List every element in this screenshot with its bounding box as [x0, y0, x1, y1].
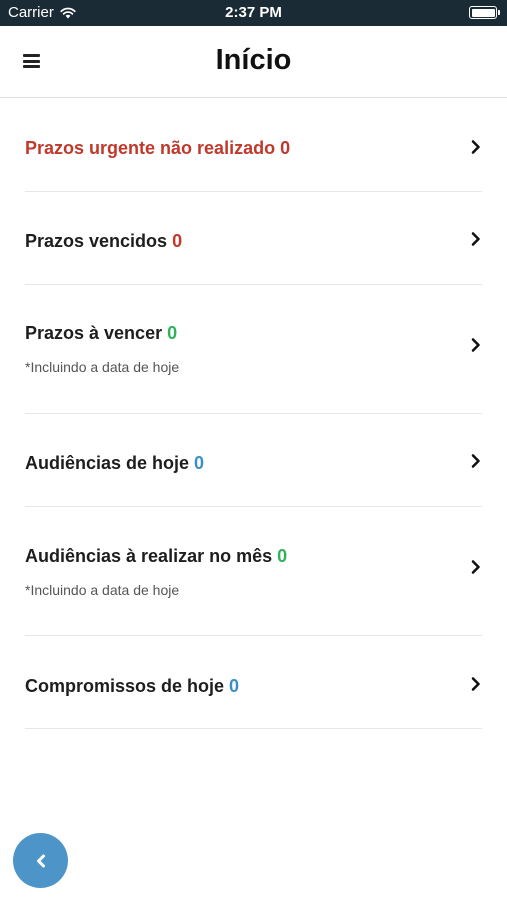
- list-item-label: Prazos à vencer 0: [25, 323, 179, 344]
- back-fab-button[interactable]: [13, 833, 68, 888]
- count-badge: 0: [229, 676, 240, 696]
- chevron-right-icon: [470, 559, 482, 575]
- list-item-upcoming-deadlines[interactable]: Prazos à vencer 0 *Incluindo a data de hoj…: [25, 285, 482, 414]
- list-item-title: Prazos à vencer: [25, 323, 163, 343]
- list-item-label: Prazos vencidos 0: [25, 231, 182, 252]
- navigation-bar: Início: [0, 26, 507, 98]
- list-item-note: *Incluindo a data de hoje: [25, 582, 180, 598]
- chevron-right-icon: [470, 676, 482, 692]
- list-item-label: Compromissos de hoje 0: [25, 676, 239, 697]
- chevron-right-icon: [470, 231, 482, 247]
- list-item-title: Prazos vencidos: [25, 231, 168, 251]
- list-item-title: Audiências de hoje: [25, 453, 190, 473]
- battery-icon: [469, 6, 500, 19]
- list-item-hearings-today[interactable]: Audiências de hoje 0: [25, 414, 482, 507]
- count-badge: 0: [172, 231, 183, 251]
- chevron-left-icon: [36, 854, 45, 867]
- count-badge: 0: [167, 323, 178, 343]
- count-badge: 0: [277, 546, 288, 566]
- list-item-content: Audiências à realizar no mês 0 *Incluindo …: [25, 546, 287, 598]
- list-item-content: Prazos à vencer 0 *Incluindo a data de hoj…: [25, 323, 179, 375]
- list-item-overdue-deadlines[interactable]: Prazos vencidos 0: [25, 192, 482, 285]
- chevron-right-icon: [470, 337, 482, 353]
- list-item-title: Compromissos de hoje: [25, 676, 225, 696]
- list-item-urgent-deadlines[interactable]: Prazos urgente não realizado 0: [25, 98, 482, 192]
- list-item-title: Prazos urgente não realizado: [25, 138, 276, 158]
- list-item-title: Audiências à realizar no mês: [25, 546, 273, 566]
- count-badge: 0: [280, 138, 291, 158]
- page-title: Início: [215, 44, 292, 76]
- list-item-content: Prazos urgente não realizado 0: [25, 138, 290, 159]
- list-item-label: Prazos urgente não realizado 0: [25, 138, 290, 159]
- status-bar: Carrier 2:37 PM: [0, 0, 507, 26]
- list-item-note: *Incluindo a data de hoje: [25, 359, 180, 375]
- chevron-right-icon: [470, 139, 482, 155]
- chevron-right-icon: [470, 453, 482, 469]
- status-time: 2:37 PM: [225, 4, 282, 21]
- list-item-content: Compromissos de hoje 0: [25, 676, 239, 697]
- list-item-label: Audiências à realizar no mês 0: [25, 546, 287, 567]
- count-badge: 0: [194, 453, 205, 473]
- dashboard-list: Prazos urgente não realizado 0 Prazos venc…: [0, 98, 507, 729]
- list-item-appointments-today[interactable]: Compromissos de hoje 0: [25, 636, 482, 729]
- list-item-label: Audiências de hoje 0: [25, 453, 204, 474]
- list-item-hearings-month[interactable]: Audiências à realizar no mês 0 *Incluindo …: [25, 507, 482, 636]
- list-item-content: Audiências de hoje 0: [25, 453, 204, 474]
- list-item-content: Prazos vencidos 0: [25, 231, 182, 252]
